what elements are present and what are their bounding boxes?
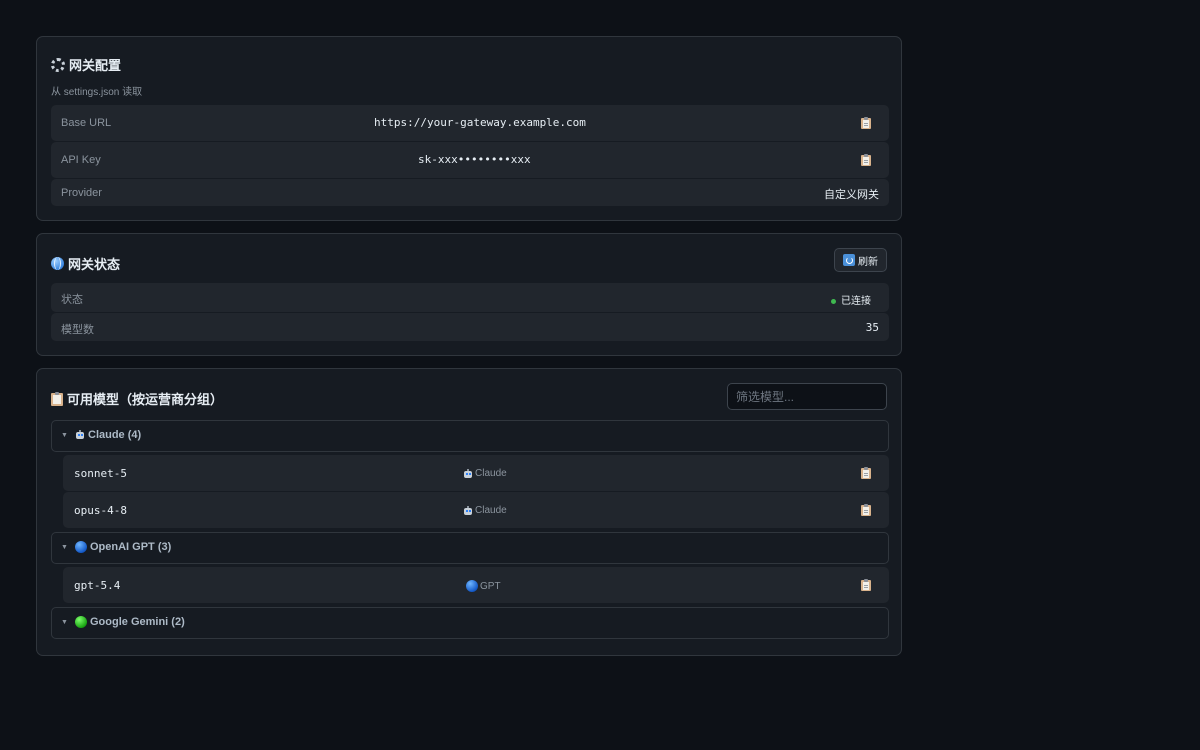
chevron-down-icon: ▼ (61, 432, 68, 439)
blue-circle-icon (466, 580, 478, 592)
model-tag-text: Claude (475, 505, 507, 516)
model-tag-text: GPT (480, 580, 501, 592)
gateway-config-card: 网关配置 从 settings.json 读取 Base URL https:/… (36, 36, 902, 221)
provider-label: Provider (61, 187, 102, 199)
group-header-gemini[interactable]: ▼ Google Gemini (2) (51, 607, 889, 639)
refresh-button-label: 刷新 (858, 256, 878, 268)
gateway-status-title: 网关状态 (51, 254, 120, 273)
group-name: Claude (4) (75, 429, 141, 441)
clipboard-icon[interactable] (861, 467, 871, 479)
robot-icon (463, 505, 473, 516)
group-header-claude[interactable]: ▼ Claude (4) (51, 420, 889, 452)
model-name: opus-4-8 (74, 504, 127, 517)
group-name-text: Google Gemini (2) (90, 616, 185, 628)
clipboard-icon[interactable] (861, 504, 871, 516)
model-name: sonnet-5 (74, 467, 127, 480)
refresh-icon (843, 254, 855, 266)
model-tag: GPT (466, 580, 501, 592)
gateway-status-title-text: 网关状态 (68, 257, 121, 272)
model-row: gpt-5.4 GPT (63, 567, 889, 603)
globe-icon (51, 257, 64, 270)
robot-icon (75, 430, 85, 440)
gateway-config-title: 网关配置 (51, 55, 121, 74)
robot-icon (463, 468, 473, 479)
base-url-label: Base URL (61, 117, 112, 129)
filter-models-input[interactable] (727, 383, 887, 410)
provider-value: 自定义网关 (824, 189, 879, 201)
api-key-label: API Key (61, 154, 101, 166)
group-name: OpenAI GPT (3) (75, 541, 171, 553)
api-key-row: API Key sk-xxx••••••••xxx (51, 142, 889, 178)
model-tag: Claude (463, 468, 507, 479)
status-dot-icon (831, 298, 836, 304)
status-label: 状态 (61, 294, 83, 306)
gear-icon (51, 57, 65, 72)
clipboard-icon (51, 391, 63, 406)
chevron-down-icon: ▼ (61, 619, 68, 626)
status-badge: 已连接 (831, 292, 871, 307)
group-name-text: OpenAI GPT (3) (90, 541, 172, 553)
gateway-config-subtitle: 从 settings.json 读取 (51, 87, 143, 98)
blue-circle-icon (75, 541, 87, 553)
model-row: opus-4-8 Claude (63, 492, 889, 528)
group-name-text: Claude (4) (88, 429, 142, 441)
provider-row: Provider 自定义网关 (51, 179, 889, 206)
model-count-label: 模型数 (61, 324, 94, 336)
api-key-value: sk-xxx••••••••xxx (418, 153, 531, 166)
clipboard-icon[interactable] (861, 579, 871, 591)
status-value: 已连接 (841, 296, 871, 307)
green-circle-icon (75, 616, 87, 628)
base-url-value: https://your-gateway.example.com (374, 116, 586, 129)
models-card: 可用模型（按运营商分组） ▼ Claude (4) sonnet-5 Claud… (36, 368, 902, 656)
model-tag-text: Claude (475, 468, 507, 479)
status-row: 状态 已连接 (51, 283, 889, 312)
model-row: sonnet-5 Claude (63, 455, 889, 491)
model-tag: Claude (463, 505, 507, 516)
clipboard-icon[interactable] (861, 154, 871, 166)
group-name: Google Gemini (2) (75, 616, 185, 628)
model-name: gpt-5.4 (74, 579, 121, 592)
base-url-row: Base URL https://your-gateway.example.co… (51, 105, 889, 141)
clipboard-icon[interactable] (861, 117, 871, 129)
gateway-config-title-text: 网关配置 (69, 58, 122, 73)
chevron-down-icon: ▼ (61, 544, 68, 551)
model-count-value: 35 (865, 321, 879, 334)
model-count-row: 模型数 35 (51, 313, 889, 341)
group-header-openai[interactable]: ▼ OpenAI GPT (3) (51, 532, 889, 564)
refresh-button[interactable]: 刷新 (834, 248, 887, 272)
models-title-text: 可用模型（按运营商分组） (67, 392, 224, 407)
models-title: 可用模型（按运营商分组） (51, 389, 223, 408)
gateway-status-card: 网关状态 刷新 状态 已连接 模型数 35 (36, 233, 902, 356)
